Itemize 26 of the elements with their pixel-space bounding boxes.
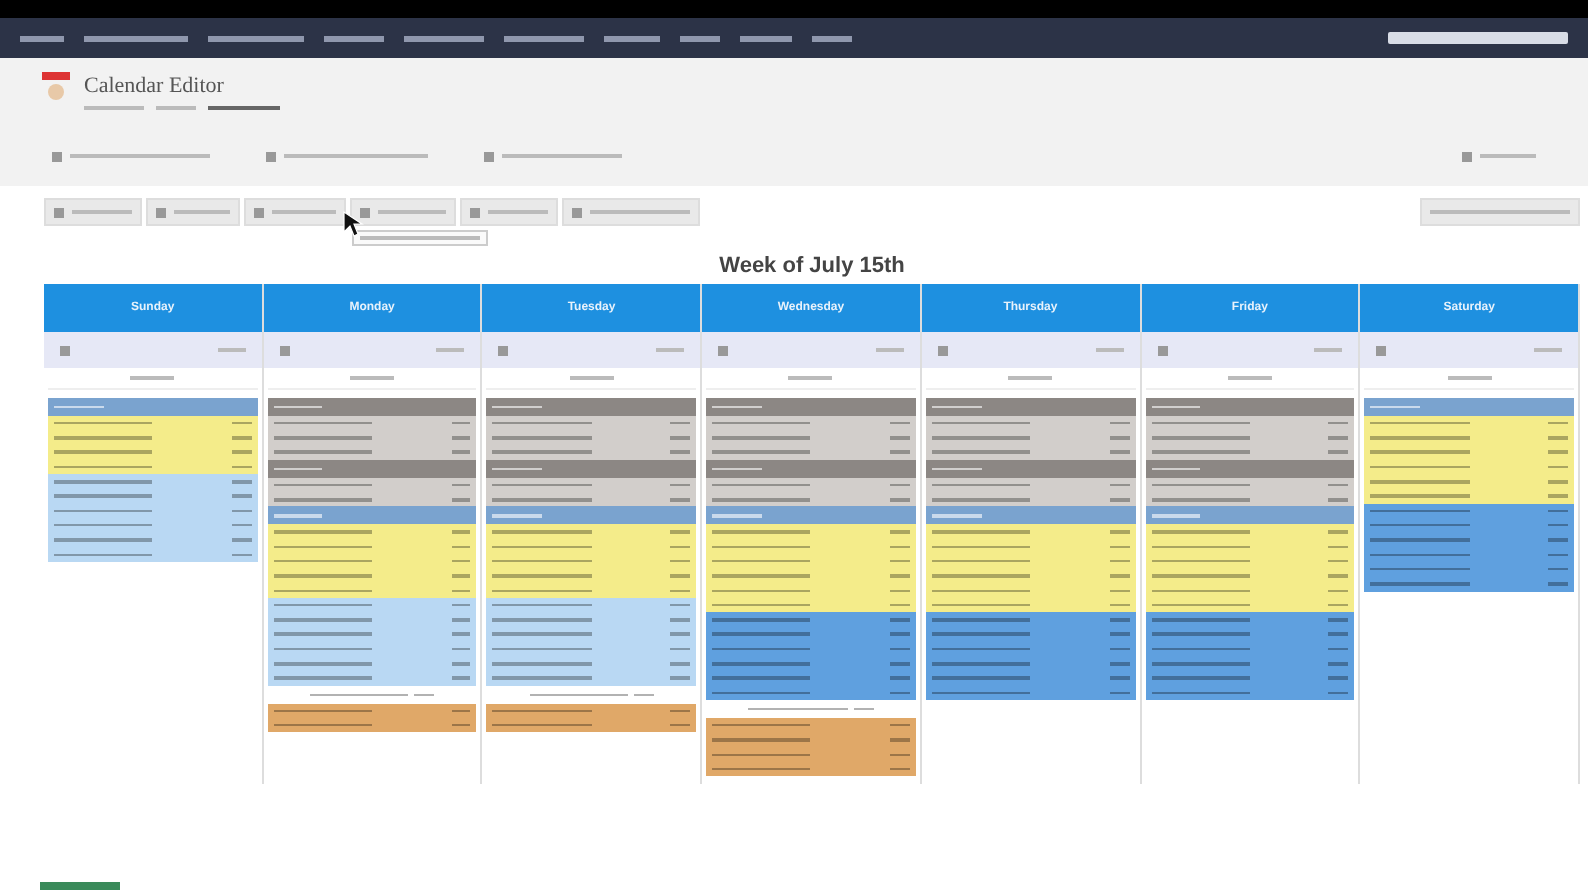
pointer-cursor-icon <box>340 210 364 238</box>
shift-group-header[interactable] <box>706 398 916 416</box>
week-heading: Week of July 15th <box>717 254 907 278</box>
shift-group-header[interactable] <box>706 506 916 525</box>
shift-group-header[interactable] <box>48 398 258 416</box>
toolbar-button[interactable] <box>244 198 346 226</box>
shift-group-header[interactable] <box>925 398 1136 416</box>
shift-group-header[interactable] <box>925 506 1136 525</box>
shift-group-header[interactable] <box>486 398 697 416</box>
toolbar-button[interactable] <box>146 198 240 226</box>
shift-group-header[interactable] <box>1145 398 1355 416</box>
tooltip <box>352 230 488 246</box>
shift-group-header[interactable] <box>486 506 697 525</box>
toolbar-button[interactable] <box>562 198 700 226</box>
shift-entry[interactable] <box>486 718 697 733</box>
toolbar-button[interactable] <box>460 198 558 226</box>
shift-group-header[interactable] <box>267 506 477 525</box>
toolbar-button[interactable] <box>44 198 142 226</box>
shift-group-header[interactable] <box>267 398 477 416</box>
toolbar-button[interactable] <box>350 198 456 226</box>
week-navigation-button[interactable] <box>1420 198 1580 226</box>
shift-group-header[interactable] <box>1145 506 1355 525</box>
logo-icon <box>1388 28 1568 48</box>
page-title: Calendar Editor <box>84 74 224 98</box>
shift-group-header[interactable] <box>1364 398 1574 416</box>
shift-entry[interactable] <box>267 718 477 733</box>
